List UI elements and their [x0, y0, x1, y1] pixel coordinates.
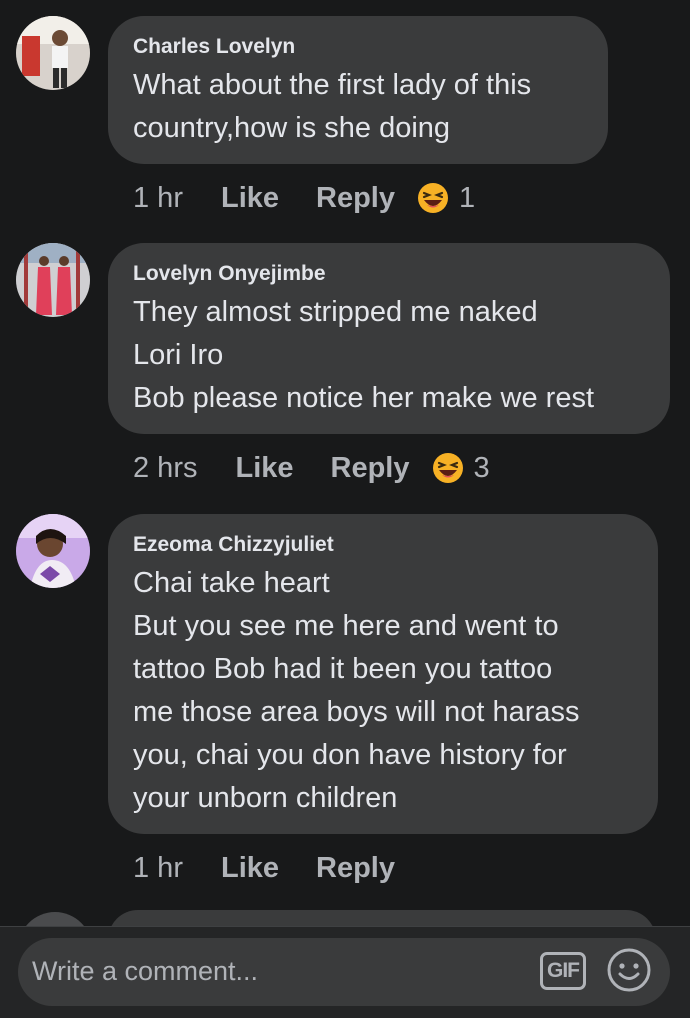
- avatar-photo: [16, 243, 90, 317]
- gif-button[interactable]: GIF: [540, 952, 586, 990]
- comments-feed: Charles Lovelyn What about the first lad…: [0, 0, 690, 926]
- reaction-count[interactable]: 3: [474, 452, 490, 485]
- comment-author[interactable]: Ezeoma Chizzyjuliet: [133, 532, 632, 558]
- avatar[interactable]: [16, 16, 90, 90]
- laughing-emoji-icon[interactable]: [432, 452, 464, 484]
- avatar-photo: [16, 16, 90, 90]
- smiley-icon[interactable]: [606, 947, 652, 993]
- comment-bubble[interactable]: Lovelyn Onyejimbe They almost stripped m…: [108, 243, 670, 434]
- avatar-photo: [16, 514, 90, 588]
- comment-actions: 1 hr Like Reply: [133, 848, 417, 888]
- comment-bubble[interactable]: Ezeoma Chizzyjuliet Chai take heart But …: [108, 514, 658, 834]
- comment-text: What about the first lady of this countr…: [133, 69, 532, 144]
- reply-button[interactable]: Reply: [331, 452, 410, 485]
- reply-button[interactable]: Reply: [316, 182, 395, 215]
- comment-text: They almost stripped me naked Lori Iro B…: [133, 296, 595, 414]
- comment-text: Chai take heart But you see me here and …: [133, 567, 580, 814]
- like-button[interactable]: Like: [221, 852, 279, 885]
- comment-timestamp[interactable]: 1 hr: [133, 852, 183, 885]
- like-button[interactable]: Like: [235, 452, 293, 485]
- comment-timestamp[interactable]: 2 hrs: [133, 452, 197, 485]
- comment-input[interactable]: Write a comment... GIF: [18, 938, 670, 1006]
- comment-composer: Write a comment... GIF: [0, 926, 690, 1018]
- comment-author[interactable]: Charles Lovelyn: [133, 34, 582, 60]
- like-button[interactable]: Like: [221, 182, 279, 215]
- avatar[interactable]: [18, 912, 92, 926]
- comment-timestamp[interactable]: 1 hr: [133, 182, 183, 215]
- avatar[interactable]: [16, 243, 90, 317]
- reaction-count[interactable]: 1: [459, 182, 475, 215]
- reply-button[interactable]: Reply: [316, 852, 395, 885]
- laughing-emoji-icon[interactable]: [417, 182, 449, 214]
- comment-bubble[interactable]: [108, 910, 656, 926]
- comment-bubble[interactable]: Charles Lovelyn What about the first lad…: [108, 16, 608, 164]
- avatar[interactable]: [16, 514, 90, 588]
- comment-author[interactable]: Lovelyn Onyejimbe: [133, 261, 644, 287]
- comment-actions: 2 hrs Like Reply 3: [133, 448, 490, 488]
- comment-input-placeholder[interactable]: Write a comment...: [32, 956, 258, 987]
- comment-actions: 1 hr Like Reply 1: [133, 178, 475, 218]
